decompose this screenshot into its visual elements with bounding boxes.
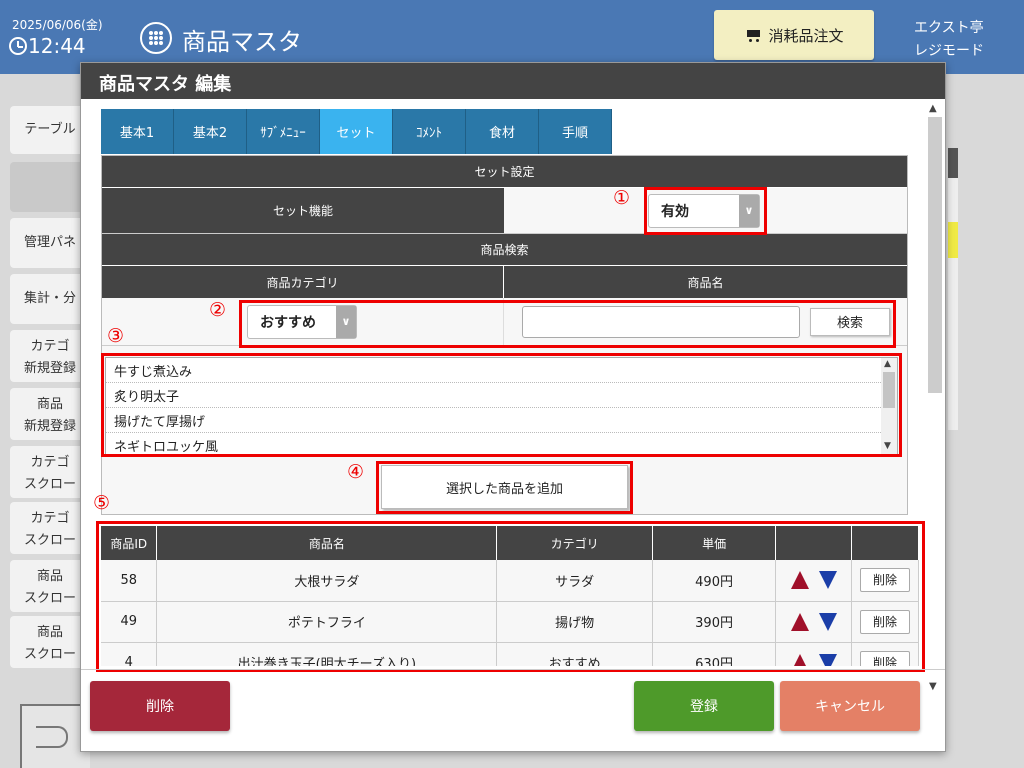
marker-5: ⑤ <box>93 492 111 514</box>
sidebar-item-stats[interactable]: 集計・分 <box>10 274 90 324</box>
register-mode: レジモード <box>914 43 984 59</box>
sidebar-item-product-scroll-2[interactable]: 商品 スクロー <box>10 616 90 668</box>
dialog-scrollbar[interactable]: ▲ ▼ <box>926 101 944 692</box>
order-supplies-button[interactable]: 消耗品注文 <box>714 10 874 60</box>
highlight-box-5 <box>96 521 925 672</box>
background-table-edge <box>948 148 958 430</box>
sidebar-item-category-scroll-2[interactable]: カテゴ スクロー <box>10 502 90 554</box>
register-button[interactable]: 登録 <box>634 681 774 731</box>
dialog-scroll-thumb[interactable] <box>928 117 942 393</box>
footer-divider <box>81 669 945 670</box>
current-date: 2025/06/06(金) <box>12 18 103 32</box>
tab-set[interactable]: セット <box>320 109 393 154</box>
tab-basic-2[interactable]: 基本2 <box>174 109 247 154</box>
clock-icon <box>9 37 27 55</box>
cart-icon <box>744 28 762 42</box>
order-supplies-label: 消耗品注文 <box>768 26 844 45</box>
sidebar-item-active[interactable] <box>10 162 90 212</box>
scroll-up-icon[interactable]: ▲ <box>929 103 937 114</box>
tab-submenu[interactable]: ｻﾌﾞﾒﾆｭｰ <box>247 109 320 154</box>
name-column-header: 商品名 <box>504 266 907 298</box>
back-arrow-icon <box>36 726 68 748</box>
scroll-down-icon[interactable]: ▼ <box>929 681 937 692</box>
tab-basic-1[interactable]: 基本1 <box>101 109 174 154</box>
marker-3: ③ <box>107 325 125 347</box>
sidebar-item-category-scroll-1[interactable]: カテゴ スクロー <box>10 446 90 498</box>
marker-1: ① <box>613 187 631 209</box>
product-edit-dialog: 商品マスタ 編集 ▲ ▼ 基本1 基本2 ｻﾌﾞﾒﾆｭｰ セット ｺﾒﾝﾄ 食材… <box>80 62 946 752</box>
delete-product-button[interactable]: 削除 <box>90 681 230 731</box>
tab-procedure[interactable]: 手順 <box>539 109 612 154</box>
highlight-box-3 <box>101 353 902 457</box>
sidebar-item-category-new[interactable]: カテゴ 新規登録 <box>10 330 90 382</box>
set-function-label: セット機能 <box>102 188 504 233</box>
category-column-header: 商品カテゴリ <box>102 266 504 298</box>
sidebar-item-product-new[interactable]: 商品 新規登録 <box>10 388 90 440</box>
set-settings-header: セット設定 <box>102 156 907 188</box>
tab-bar: 基本1 基本2 ｻﾌﾞﾒﾆｭｰ セット ｺﾒﾝﾄ 食材 手順 <box>101 109 612 154</box>
marker-4: ④ <box>347 461 365 483</box>
sidebar-item-product-scroll-1[interactable]: 商品 スクロー <box>10 560 90 612</box>
shop-info: エクスト亭 レジモード <box>914 17 984 63</box>
sidebar-item-table[interactable]: テーブル <box>10 106 90 154</box>
cancel-button[interactable]: キャンセル <box>780 681 920 731</box>
shop-name: エクスト亭 <box>914 20 984 36</box>
tab-comment[interactable]: ｺﾒﾝﾄ <box>393 109 466 154</box>
tab-ingredients[interactable]: 食材 <box>466 109 539 154</box>
highlight-box-4 <box>376 461 633 514</box>
current-time: 12:44 <box>28 34 86 58</box>
product-search-header: 商品検索 <box>102 234 907 266</box>
page-title: 商品マスタ <box>182 28 302 56</box>
dialog-title: 商品マスタ 編集 <box>81 63 945 99</box>
sidebar-item-admin[interactable]: 管理パネ <box>10 218 90 268</box>
highlight-box-1 <box>644 187 767 235</box>
highlight-box-2 <box>239 300 896 348</box>
menu-grid-icon[interactable] <box>140 22 172 54</box>
marker-2: ② <box>209 299 227 321</box>
